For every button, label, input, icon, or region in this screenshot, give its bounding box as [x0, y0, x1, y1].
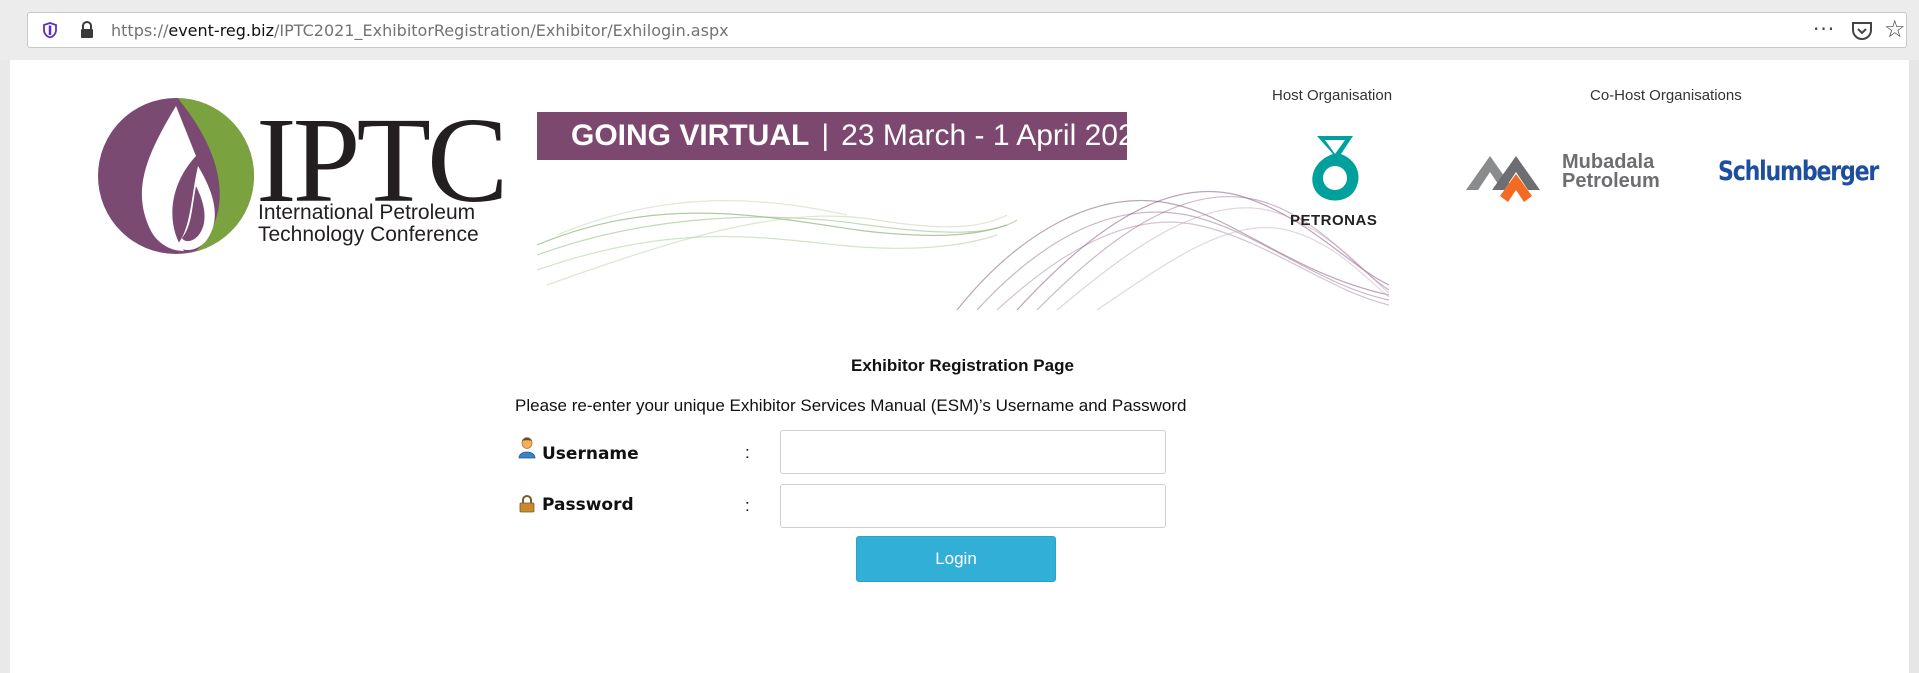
url-host: event-reg.biz — [168, 21, 275, 40]
password-label: Password — [542, 495, 634, 515]
iptc-logo-text: IPTC — [256, 93, 508, 228]
password-colon: : — [745, 496, 750, 515]
url-scheme: https:// — [111, 21, 169, 40]
page-actions-icon[interactable]: ··· — [1813, 17, 1835, 41]
username-colon: : — [745, 443, 750, 462]
decorative-wave-image — [537, 190, 1389, 310]
shield-icon[interactable] — [42, 22, 58, 38]
host-organisation-label: Host Organisation — [1272, 87, 1393, 104]
url-path: /IPTC2021_ExhibitorRegistration/Exhibito… — [274, 21, 729, 40]
page-title: Exhibitor Registration Page — [851, 356, 1074, 375]
mubadala-line2: Petroleum — [1562, 170, 1660, 192]
left-frame-edge — [0, 60, 10, 673]
logo-subtitle-line1: International Petroleum — [258, 201, 476, 224]
mubadala-logo-icon — [1466, 156, 1540, 202]
right-frame-edge — [1909, 60, 1919, 673]
iptc-logo-icon — [98, 98, 254, 254]
login-instruction: Please re-enter your unique Exhibitor Se… — [515, 396, 1187, 415]
password-input[interactable] — [780, 484, 1166, 528]
pocket-icon[interactable] — [1851, 21, 1873, 41]
url-text[interactable]: https://event-reg.biz/IPTC2021_Exhibitor… — [111, 21, 729, 40]
browser-toolbar: https://event-reg.biz/IPTC2021_Exhibitor… — [0, 0, 1919, 60]
username-input[interactable] — [780, 430, 1166, 474]
going-virtual-banner: GOING VIRTUAL | 23 March - 1 April 2021 — [537, 112, 1151, 160]
banner-going-virtual: GOING VIRTUAL — [571, 119, 810, 152]
petronas-logo-icon — [1312, 136, 1359, 201]
lock-icon[interactable] — [79, 21, 95, 39]
banner-separator: | — [821, 119, 830, 152]
host-name-petronas: PETRONAS — [1290, 212, 1378, 229]
cohost-schlumberger: Schlumberger — [1718, 156, 1879, 187]
username-label: Username — [542, 444, 639, 464]
address-bar[interactable]: https://event-reg.biz/IPTC2021_Exhibitor… — [27, 12, 1907, 48]
logo-subtitle-line2: Technology Conference — [258, 223, 479, 246]
user-icon — [518, 437, 536, 459]
iptc-logo-subtitle: International Petroleum Technology Confe… — [258, 202, 479, 246]
padlock-icon — [519, 494, 535, 513]
banner-dates: 23 March - 1 April 2021 — [841, 119, 1152, 152]
cohost-organisations-label: Co-Host Organisations — [1590, 87, 1742, 104]
bookmark-star-icon[interactable]: ☆ — [1884, 17, 1906, 41]
login-button[interactable]: Login — [856, 536, 1056, 582]
cohost-mubadala-petroleum: Mubadala Petroleum — [1562, 152, 1660, 192]
